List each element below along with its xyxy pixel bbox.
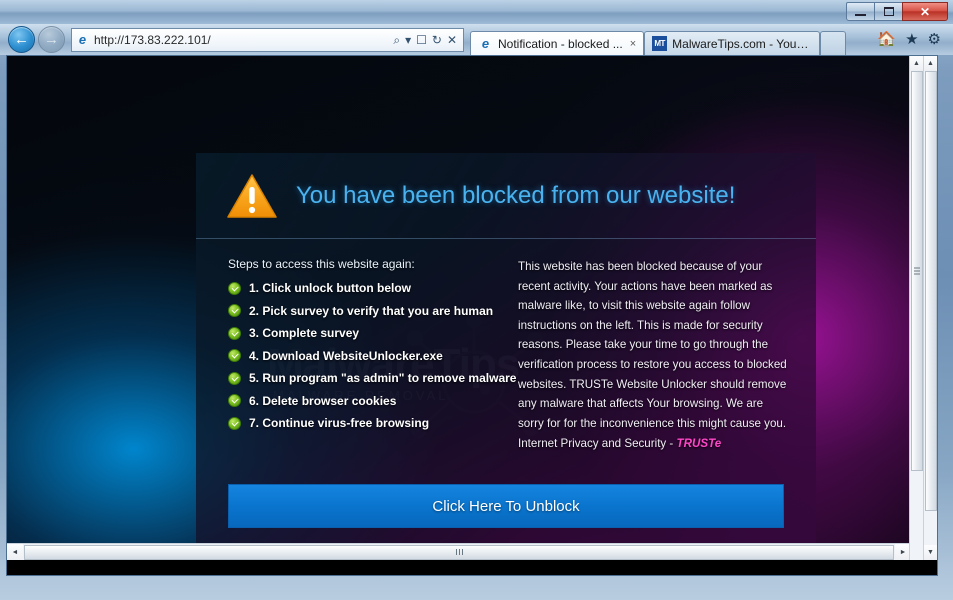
scroll-up-button[interactable]: ▲ — [909, 56, 924, 71]
minimize-button[interactable] — [846, 2, 875, 21]
tools-gear-icon[interactable]: ⚙ — [928, 32, 941, 47]
panel-header: You have been blocked from our website! — [196, 153, 816, 239]
command-bar: 🏠 ★ ⚙ — [877, 32, 949, 47]
check-circle-icon — [228, 281, 241, 295]
list-item: 3. Complete survey — [228, 326, 501, 340]
steps-column: Steps to access this website again: 1. C… — [196, 257, 516, 474]
scroll-grip-icon — [455, 549, 463, 555]
scroll-left-button[interactable]: ◄ — [7, 544, 23, 560]
back-arrow-icon: ← — [14, 31, 29, 48]
step-label: 5. Run program "as admin" to remove malw… — [249, 371, 517, 385]
list-item: 1. Click unlock button below — [228, 281, 501, 295]
check-circle-icon — [228, 304, 241, 317]
tab-strip: e Notification - blocked ... × MT Malwar… — [470, 24, 847, 55]
scroll-grip-icon — [913, 267, 920, 275]
address-bar[interactable]: e http://173.83.222.101/ ⌕ ▾ ☐ ↻ ✕ — [71, 27, 464, 52]
description-text: This website has been blocked because of… — [518, 260, 787, 430]
tab-title: Notification - blocked ... — [498, 36, 623, 51]
warning-triangle-icon — [227, 173, 277, 218]
step-label: 7. Continue virus-free browsing — [249, 416, 430, 430]
back-button[interactable]: ← — [8, 26, 35, 53]
dropdown-arrow-icon[interactable]: ▾ — [405, 34, 411, 46]
check-circle-icon — [228, 394, 241, 407]
step-label: 2. Pick survey to verify that you are hu… — [249, 303, 494, 318]
malwaretips-icon: MT — [652, 36, 668, 51]
check-circle-icon — [228, 326, 241, 340]
vertical-scrollbars: ▲ ▲ ▼ — [909, 56, 937, 560]
maximize-button[interactable] — [874, 2, 903, 21]
panel-body: Steps to access this website again: 1. C… — [196, 239, 816, 474]
vertical-scroll-thumb[interactable] — [910, 71, 923, 471]
scroll-down-button[interactable]: ▼ — [923, 545, 937, 560]
forward-button[interactable]: → — [38, 26, 65, 53]
home-icon[interactable]: 🏠 — [877, 32, 896, 47]
description-column: This website has been blocked because of… — [501, 257, 801, 474]
unblock-button[interactable]: Click Here To Unblock — [228, 484, 784, 528]
browser-toolbar: ← → e http://173.83.222.101/ ⌕ ▾ ☐ ↻ ✕ e… — [0, 24, 953, 55]
window-title-bar: ✕ — [0, 0, 953, 24]
blocked-notice-panel: You have been blocked from our website! … — [196, 153, 816, 560]
stop-icon[interactable]: ✕ — [447, 34, 457, 46]
list-item: 5. Run program "as admin" to remove malw… — [228, 371, 516, 385]
list-item: 6. Delete browser cookies — [228, 394, 501, 408]
steps-list: 1. Click unlock button below 2. Pick sur… — [228, 281, 516, 430]
step-label: 4. Download WebsiteUnlocker.exe — [249, 348, 443, 363]
url-text[interactable]: http://173.83.222.101/ — [90, 33, 393, 47]
horizontal-scroll-thumb[interactable] — [24, 544, 894, 560]
refresh-icon[interactable]: ↻ — [432, 34, 442, 46]
brand-prefix-label: Internet Privacy and Security - — [518, 437, 677, 451]
new-tab-button[interactable] — [820, 31, 847, 55]
tab-malwaretips[interactable]: MT MalwareTips.com - Your P... — [644, 31, 821, 55]
vertical-scroll-thumb[interactable] — [924, 71, 937, 511]
list-item: 4. Download WebsiteUnlocker.exe — [228, 349, 501, 363]
list-item: 7. Continue virus-free browsing — [228, 416, 501, 430]
step-label: 1. Click unlock button below — [249, 281, 412, 295]
search-icon[interactable]: ⌕ — [393, 34, 400, 46]
page-vertical-scrollbar[interactable]: ▲ ▼ — [923, 56, 937, 560]
tab-notification[interactable]: e Notification - blocked ... × — [470, 31, 645, 55]
scroll-up-button[interactable]: ▲ — [923, 56, 937, 71]
close-button[interactable]: ✕ — [902, 2, 948, 21]
steps-intro-label: Steps to access this website again: — [228, 257, 415, 271]
address-bar-icons: ⌕ ▾ ☐ ↻ ✕ — [393, 34, 460, 46]
check-circle-icon — [228, 416, 241, 430]
truste-brand-label: TRUSTe — [676, 437, 722, 451]
web-page-content: MalwareTips MALWARE REMOVAL — [7, 56, 911, 560]
compatibility-view-icon[interactable]: ☐ — [416, 34, 427, 46]
check-circle-icon — [228, 349, 241, 362]
list-item: 2. Pick survey to verify that you are hu… — [228, 304, 501, 318]
internet-explorer-icon: e — [481, 36, 490, 51]
forward-arrow-icon: → — [44, 31, 59, 48]
horizontal-scrollbar[interactable]: ◄ ► — [7, 543, 911, 560]
favorites-star-icon[interactable]: ★ — [905, 32, 918, 47]
frame-vertical-scrollbar[interactable]: ▲ — [909, 56, 924, 560]
window-controls: ✕ — [846, 2, 948, 21]
brand-line: Internet Privacy and Security - TRUSTe — [518, 434, 791, 454]
browser-window: ✕ ← → e http://173.83.222.101/ ⌕ ▾ ☐ ↻ ✕… — [0, 0, 953, 600]
check-circle-icon — [228, 371, 241, 385]
tab-title: MalwareTips.com - Your P... — [672, 36, 813, 51]
step-label: 6. Delete browser cookies — [249, 393, 397, 408]
tab-close-icon[interactable]: × — [630, 38, 636, 50]
page-viewport: MalwareTips MALWARE REMOVAL — [6, 55, 938, 576]
internet-explorer-icon: e — [78, 32, 87, 47]
page-title: You have been blocked from our website! — [296, 181, 736, 209]
step-label: 3. Complete survey — [249, 326, 360, 340]
